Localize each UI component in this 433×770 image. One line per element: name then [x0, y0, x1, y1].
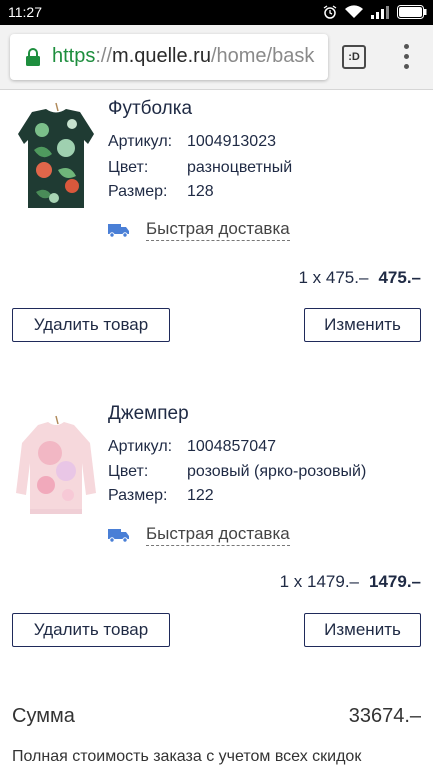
- article-value: 1004913023: [187, 133, 276, 150]
- overflow-menu-icon[interactable]: [398, 44, 414, 72]
- color-label: Цвет:: [108, 159, 149, 176]
- url-separator: ://: [95, 45, 113, 67]
- fast-delivery-link[interactable]: Быстрая доставка: [146, 524, 290, 546]
- article-label: Артикул:: [108, 133, 173, 150]
- size-value: 122: [187, 487, 214, 504]
- signal-icon: [371, 6, 389, 19]
- size-value: 128: [187, 183, 214, 200]
- cart-item: Джемпер Артикул: 1004857047 Цвет: розовы…: [0, 395, 433, 665]
- url-host: m.quelle.ru: [112, 45, 211, 67]
- alarm-icon: [323, 5, 337, 19]
- product-title[interactable]: Джемпер: [108, 403, 189, 425]
- total-note: Полная стоимость заказа с учетом всех ск…: [12, 748, 362, 765]
- change-item-button[interactable]: Изменить: [304, 308, 421, 342]
- sum-value: 33674.–: [348, 705, 421, 727]
- item-total: 475.–: [378, 268, 421, 287]
- delivery-truck-icon: [108, 529, 129, 543]
- article-value: 1004857047: [187, 438, 276, 455]
- change-item-button[interactable]: Изменить: [304, 613, 421, 647]
- status-bar: 11:27: [0, 0, 433, 25]
- browser-toolbar: https://m.quelle.ru/home/bask :D: [0, 25, 433, 90]
- quantity-price: 1 x 1479.–: [279, 572, 359, 591]
- url-text[interactable]: https://m.quelle.ru/home/bask: [52, 45, 314, 68]
- quantity-price: 1 x 475.–: [298, 268, 369, 287]
- address-bar[interactable]: https://m.quelle.ru/home/bask: [10, 34, 328, 80]
- size-label: Размер:: [108, 487, 168, 504]
- battery-icon: [397, 5, 427, 19]
- product-title[interactable]: Футболка: [108, 98, 192, 120]
- item-total: 1479.–: [369, 572, 421, 591]
- delete-item-button[interactable]: Удалить товар: [12, 308, 170, 342]
- article-label: Артикул:: [108, 438, 173, 455]
- delivery-truck-icon: [108, 224, 129, 238]
- lock-icon: [26, 48, 40, 66]
- url-path: /home/bask: [210, 45, 315, 67]
- cart-item: Футболка Артикул: 1004913023 Цвет: разно…: [0, 90, 433, 360]
- tshirt-tropical-print-image: [18, 102, 94, 208]
- color-value: разноцветный: [187, 159, 293, 176]
- price-line: 1 x 475.– 475.–: [299, 268, 422, 288]
- size-label: Размер:: [108, 183, 168, 200]
- pink-jumper-image: [16, 415, 96, 514]
- status-time: 11:27: [8, 4, 42, 20]
- sum-label: Сумма: [12, 705, 75, 727]
- color-label: Цвет:: [108, 463, 149, 480]
- wifi-icon: [345, 5, 363, 19]
- delete-item-button[interactable]: Удалить товар: [12, 613, 170, 647]
- color-value: розовый (ярко-розовый): [187, 463, 367, 480]
- url-scheme: https: [52, 45, 96, 67]
- tabs-button[interactable]: :D: [342, 45, 366, 69]
- status-icons: [323, 4, 427, 20]
- price-line: 1 x 1479.– 1479.–: [280, 572, 421, 592]
- fast-delivery-link[interactable]: Быстрая доставка: [146, 219, 290, 241]
